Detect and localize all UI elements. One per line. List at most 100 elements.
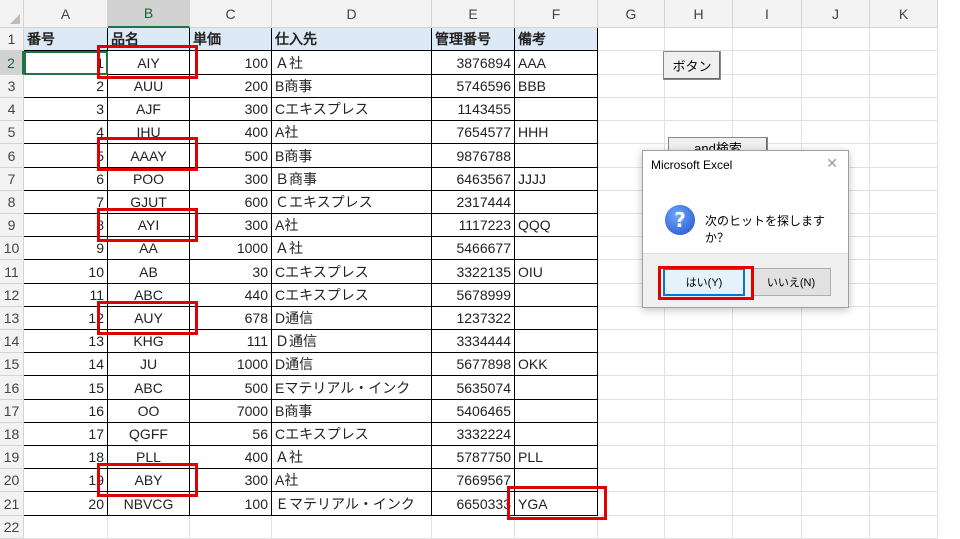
cell[interactable] <box>870 121 938 144</box>
table-cell[interactable]: A社 <box>272 121 432 144</box>
cell[interactable] <box>733 492 802 516</box>
table-cell[interactable]: GJUT <box>108 191 190 214</box>
cell[interactable] <box>870 469 938 492</box>
table-cell[interactable]: 15 <box>24 376 108 400</box>
row-header-9[interactable]: 9 <box>0 214 24 237</box>
cell[interactable] <box>598 51 665 75</box>
row-header-19[interactable]: 19 <box>0 446 24 469</box>
table-cell[interactable]: 56 <box>190 423 272 446</box>
table-header-cell[interactable]: 管理番号 <box>432 28 515 51</box>
table-cell[interactable] <box>515 144 598 168</box>
row-header-20[interactable]: 20 <box>0 469 24 492</box>
table-cell[interactable] <box>515 330 598 353</box>
table-cell[interactable]: Ｄ通信 <box>272 330 432 353</box>
table-cell[interactable]: Cエキスプレス <box>272 98 432 121</box>
table-cell[interactable]: AIY <box>108 51 190 75</box>
table-cell[interactable]: OO <box>108 400 190 423</box>
cell[interactable] <box>598 446 665 469</box>
table-cell[interactable]: 7 <box>24 191 108 214</box>
table-cell[interactable]: 5635074 <box>432 376 515 400</box>
table-cell[interactable]: ABY <box>108 469 190 492</box>
table-cell[interactable]: AAA <box>515 51 598 75</box>
table-cell[interactable]: KHG <box>108 330 190 353</box>
table-cell[interactable]: 7654577 <box>432 121 515 144</box>
cell[interactable] <box>870 492 938 516</box>
cell[interactable] <box>665 469 733 492</box>
row-header-21[interactable]: 21 <box>0 492 24 516</box>
table-cell[interactable]: OIU <box>515 260 598 284</box>
table-cell[interactable]: JU <box>108 353 190 376</box>
table-cell[interactable]: 400 <box>190 121 272 144</box>
table-cell[interactable]: 9 <box>24 237 108 260</box>
table-cell[interactable]: 11 <box>24 284 108 307</box>
table-cell[interactable]: 1237322 <box>432 307 515 330</box>
table-cell[interactable]: AA <box>108 237 190 260</box>
column-header-d[interactable]: D <box>272 0 432 28</box>
table-cell[interactable] <box>515 191 598 214</box>
table-cell[interactable]: 17 <box>24 423 108 446</box>
cell[interactable] <box>598 307 665 330</box>
cell[interactable] <box>870 446 938 469</box>
cell[interactable] <box>665 307 733 330</box>
table-cell[interactable]: AB <box>108 260 190 284</box>
cell[interactable] <box>870 144 938 168</box>
cell[interactable] <box>870 376 938 400</box>
row-header-4[interactable]: 4 <box>0 98 24 121</box>
column-header-e[interactable]: E <box>432 0 515 28</box>
column-header-g[interactable]: G <box>598 0 665 28</box>
table-cell[interactable]: 5466677 <box>432 237 515 260</box>
sheet-button[interactable]: ボタン <box>663 51 721 80</box>
table-cell[interactable]: POO <box>108 168 190 191</box>
cell[interactable] <box>733 400 802 423</box>
cell[interactable] <box>665 330 733 353</box>
cell[interactable] <box>802 353 870 376</box>
table-cell[interactable]: 6650333 <box>432 492 515 516</box>
row-header-6[interactable]: 6 <box>0 144 24 168</box>
table-cell[interactable]: 1000 <box>190 353 272 376</box>
table-cell[interactable]: 6 <box>24 168 108 191</box>
cell[interactable] <box>665 400 733 423</box>
table-cell[interactable]: 5406465 <box>432 400 515 423</box>
cell[interactable] <box>870 168 938 191</box>
close-icon[interactable]: ✕ <box>826 155 838 172</box>
column-header-a[interactable]: A <box>24 0 108 28</box>
table-cell[interactable]: 300 <box>190 469 272 492</box>
cell[interactable] <box>733 307 802 330</box>
row-header-5[interactable]: 5 <box>0 121 24 144</box>
cell[interactable] <box>665 98 733 121</box>
table-cell[interactable]: BBB <box>515 75 598 98</box>
row-header-14[interactable]: 14 <box>0 330 24 353</box>
table-cell[interactable]: 5677898 <box>432 353 515 376</box>
table-cell[interactable]: 7669567 <box>432 469 515 492</box>
table-cell[interactable]: HHH <box>515 121 598 144</box>
cell[interactable] <box>733 423 802 446</box>
column-header-h[interactable]: H <box>665 0 733 28</box>
table-cell[interactable]: Ｅマテリアル・インク <box>272 492 432 516</box>
cell[interactable] <box>598 121 665 144</box>
cell[interactable] <box>733 353 802 376</box>
row-header-10[interactable]: 10 <box>0 237 24 260</box>
cell[interactable] <box>598 28 665 51</box>
cell[interactable] <box>665 446 733 469</box>
cell[interactable] <box>733 51 802 75</box>
table-cell[interactable]: NBVCG <box>108 492 190 516</box>
column-header-b[interactable]: B <box>108 0 190 28</box>
select-all-corner[interactable] <box>0 0 24 28</box>
cell[interactable] <box>598 98 665 121</box>
table-cell[interactable] <box>515 376 598 400</box>
cell[interactable] <box>598 469 665 492</box>
table-cell[interactable]: A社 <box>272 214 432 237</box>
cell[interactable] <box>598 75 665 98</box>
table-cell[interactable] <box>515 307 598 330</box>
table-cell[interactable]: Ｂ商事 <box>272 168 432 191</box>
table-cell[interactable]: 2 <box>24 75 108 98</box>
table-header-cell[interactable]: 仕入先 <box>272 28 432 51</box>
cell[interactable] <box>733 75 802 98</box>
row-header-2[interactable]: 2 <box>0 51 24 75</box>
table-cell[interactable] <box>515 237 598 260</box>
cell[interactable] <box>870 307 938 330</box>
table-cell[interactable]: ABC <box>108 376 190 400</box>
table-cell[interactable]: 20 <box>24 492 108 516</box>
cell[interactable] <box>870 191 938 214</box>
table-cell[interactable]: 3 <box>24 98 108 121</box>
